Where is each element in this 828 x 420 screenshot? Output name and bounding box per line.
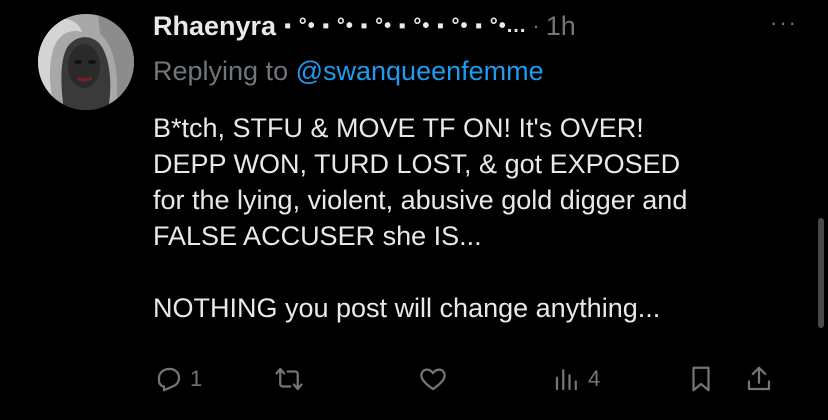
replying-to: Replying to @swanqueenfemme (153, 56, 544, 87)
scrollbar[interactable] (818, 218, 824, 328)
heart-icon (420, 368, 446, 391)
retweet-button[interactable] (274, 364, 310, 394)
reply-count: 1 (190, 366, 203, 391)
tweet-text-line: NOTHING you post will change anything... (153, 293, 661, 323)
reply-button[interactable]: 1 (154, 364, 202, 394)
bookmark-button[interactable] (686, 364, 716, 394)
more-options-icon[interactable]: ··· (770, 10, 798, 36)
tweet[interactable]: Rhaenyra ▪ °• ▪ °• ▪ °• ▪ °• ▪ °• ▪ °•..… (0, 0, 828, 420)
share-icon (747, 366, 771, 391)
time-separator: · (532, 13, 540, 38)
author-name[interactable]: Rhaenyra (153, 11, 276, 42)
tweet-text-line (153, 254, 793, 290)
replying-handle-link[interactable]: @swanqueenfemme (296, 56, 544, 86)
tweet-header: Rhaenyra ▪ °• ▪ °• ▪ °• ▪ °• ▪ °• ▪ °•..… (153, 8, 788, 44)
like-button[interactable] (418, 364, 454, 394)
retweet-icon (275, 367, 303, 391)
action-bar: 1 4 (150, 364, 790, 404)
share-button[interactable] (744, 364, 774, 394)
tweet-text-line: B*tch, STFU & MOVE TF ON! It's OVER! (153, 113, 644, 143)
reply-icon (157, 367, 181, 392)
timestamp[interactable]: 1h (546, 11, 576, 42)
views-icon (555, 369, 577, 391)
profile-photo-icon (38, 14, 134, 110)
tweet-text-line: for the lying, violent, abusive gold dig… (153, 185, 688, 215)
tweet-text: B*tch, STFU & MOVE TF ON! It's OVER! DEP… (153, 110, 793, 326)
views-button[interactable]: 4 (552, 364, 600, 394)
views-count: 4 (588, 366, 601, 391)
tweet-text-line: FALSE ACCUSER she IS... (153, 221, 482, 251)
author-name-decoration: ▪ °• ▪ °• ▪ °• ▪ °• ▪ °• ▪ °•... (284, 14, 527, 37)
bookmark-icon (692, 366, 710, 392)
avatar[interactable] (38, 14, 134, 110)
tweet-text-line: DEPP WON, TURD LOST, & got EXPOSED (153, 149, 681, 179)
replying-prefix: Replying to (153, 56, 296, 86)
